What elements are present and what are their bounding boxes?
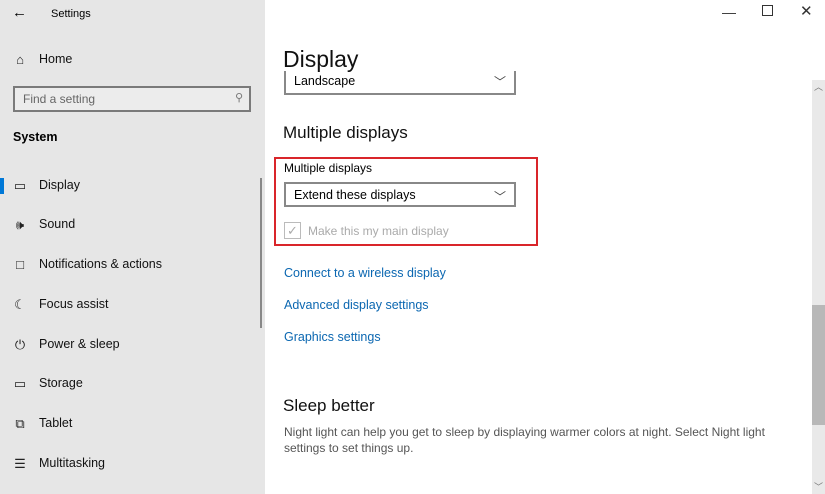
sidebar-item-sound[interactable]: 🕪 Sound [0, 207, 262, 243]
main-display-label: Make this my main display [308, 224, 449, 238]
monitor-icon: ▭ [13, 178, 27, 193]
orientation-dropdown[interactable]: Landscape ﹀ [284, 71, 516, 95]
sidebar-item-storage[interactable]: ▭ Storage [0, 366, 262, 402]
graphics-settings-link[interactable]: Graphics settings [284, 330, 381, 344]
scroll-up-icon[interactable]: ︿ [814, 80, 823, 93]
moon-icon: ☾ [14, 297, 26, 312]
scroll-down-icon[interactable]: ﹀ [814, 480, 823, 493]
chevron-down-icon: ﹀ [493, 190, 506, 204]
sidebar-item-power-sleep[interactable]: ⏻ Power & sleep [0, 327, 262, 363]
tablet-icon: ⧉ [15, 416, 25, 431]
sidebar-item-focus-assist[interactable]: ☾ Focus assist [0, 287, 262, 323]
search-input[interactable]: Find a setting ⚲ [13, 86, 251, 112]
multitasking-icon: ☰ [14, 456, 26, 471]
item-label: Multitasking [39, 456, 105, 470]
scrollbar-thumb[interactable] [812, 305, 825, 425]
storage-icon: ▭ [13, 376, 27, 391]
maximize-icon[interactable] [762, 5, 773, 16]
close-icon[interactable]: ✕ [800, 2, 813, 20]
sleep-better-heading: Sleep better [283, 396, 375, 415]
notification-icon: □ [16, 257, 24, 272]
back-arrow-icon[interactable]: ← [12, 4, 27, 21]
power-icon: ⏻ [14, 337, 26, 352]
speaker-icon: 🕪 [15, 217, 25, 232]
home-icon: ⌂ [16, 52, 24, 67]
item-label: Tablet [39, 416, 73, 430]
chevron-down-icon: ﹀ [493, 75, 506, 89]
selection-indicator [0, 178, 4, 194]
orientation-value: Landscape [294, 74, 356, 88]
window-title: Settings [51, 8, 91, 20]
item-label: Focus assist [39, 297, 109, 311]
item-label: Display [39, 178, 80, 192]
item-label: Notifications & actions [39, 257, 162, 271]
main-scrollbar[interactable]: ︿ ﹀ [812, 80, 825, 494]
home-label: Home [39, 52, 73, 66]
sidebar-item-tablet[interactable]: ⧉ Tablet [0, 406, 262, 442]
sleep-better-text: Night light can help you get to sleep by… [284, 425, 765, 455]
sidebar-item-display[interactable]: ▭ Display [0, 168, 262, 204]
main-display-checkbox[interactable]: ✓ [284, 222, 301, 239]
page-title: Display [283, 46, 359, 72]
sidebar-scrollbar[interactable] [260, 178, 262, 328]
sidebar-item-home[interactable]: ⌂ Home [0, 42, 262, 78]
item-label: Sound [39, 217, 76, 231]
multiple-displays-heading: Multiple displays [283, 123, 408, 142]
minimize-icon[interactable]: — [722, 4, 736, 20]
advanced-display-link[interactable]: Advanced display settings [284, 298, 429, 312]
section-heading: System [13, 130, 58, 144]
sidebar-item-multitasking[interactable]: ☰ Multitasking [0, 446, 262, 482]
sidebar-item-notifications[interactable]: □ Notifications & actions [0, 247, 262, 283]
item-label: Power & sleep [39, 337, 120, 351]
sidebar: ← Settings ⌂ Home Find a setting ⚲ Syste… [0, 0, 265, 494]
search-placeholder: Find a setting [23, 92, 96, 106]
multiple-displays-value: Extend these displays [294, 188, 416, 202]
item-label: Storage [39, 376, 83, 390]
multiple-displays-label: Multiple displays [284, 161, 373, 175]
multiple-displays-dropdown[interactable]: Extend these displays ﹀ [284, 182, 516, 207]
search-icon[interactable]: ⚲ [235, 91, 243, 104]
wireless-display-link[interactable]: Connect to a wireless display [284, 266, 446, 280]
